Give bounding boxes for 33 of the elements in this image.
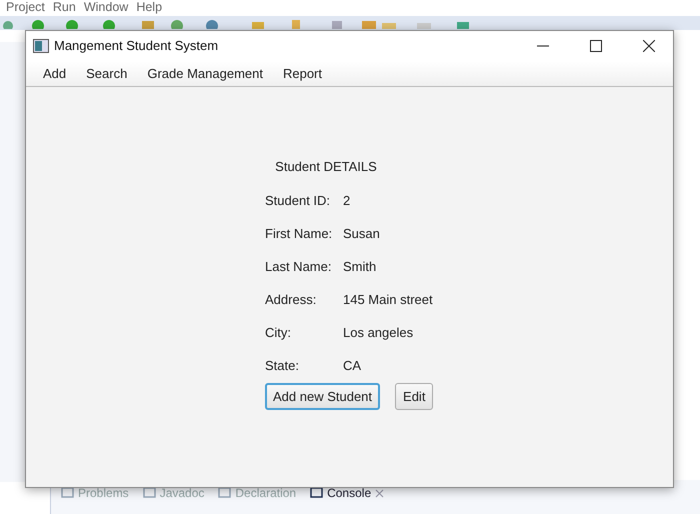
tab-icon	[218, 487, 232, 499]
field-value: Susan	[343, 224, 380, 242]
menu-item[interactable]: Project	[6, 0, 45, 16]
tab-icon	[142, 487, 156, 499]
menu-item[interactable]: Search	[76, 61, 138, 86]
field-label: First Name:	[265, 224, 334, 242]
field-label: Last Name:	[265, 258, 332, 276]
menu-item[interactable]: Help	[136, 0, 162, 16]
field-label: City:	[265, 324, 292, 342]
tab[interactable]: Console	[327, 484, 372, 502]
close-icon[interactable]	[375, 488, 384, 498]
menu-item[interactable]: Grade Management	[137, 61, 273, 86]
field-value: Los angeles	[343, 324, 414, 342]
field-label: State:	[265, 356, 300, 374]
menu-item[interactable]: Run	[52, 0, 76, 16]
form-button[interactable]: Add new Student	[265, 382, 380, 410]
field-label: Student ID:	[265, 192, 332, 210]
maximize-icon	[590, 40, 602, 52]
field-value: 2	[343, 192, 350, 210]
field-label: Address:	[265, 290, 318, 308]
menu-item[interactable]: Report	[272, 61, 332, 86]
menu-item[interactable]: Add	[33, 61, 76, 86]
field-value: Smith	[343, 258, 376, 276]
form-button[interactable]: Edit	[395, 382, 434, 410]
menu-item[interactable]: Window	[84, 0, 128, 16]
tab-icon	[61, 487, 74, 499]
field-value: CA	[343, 356, 362, 374]
close-icon	[643, 40, 655, 52]
tab-icon	[310, 487, 324, 499]
field-value: 145 Main street	[343, 290, 433, 308]
window-title: Mangement Student System	[54, 37, 220, 56]
app-icon	[33, 39, 49, 53]
form-heading: Student DETAILS	[274, 158, 378, 176]
